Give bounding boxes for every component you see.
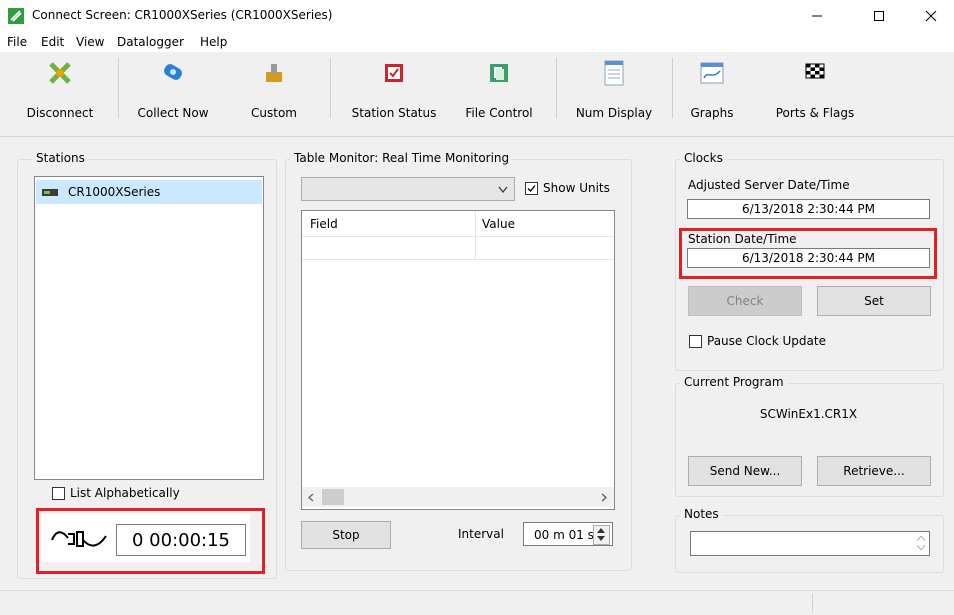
custom-icon: [261, 60, 287, 86]
current-program-label: Current Program: [680, 375, 788, 389]
collect-now-button[interactable]: Collect Now: [128, 52, 218, 136]
num-display-icon: [601, 60, 627, 86]
grid-row-divider: [302, 259, 614, 260]
collect-now-icon: [160, 60, 186, 86]
graphs-icon: [699, 60, 725, 86]
file-control-icon: [486, 60, 512, 86]
retrieve-button[interactable]: Retrieve...: [817, 456, 931, 486]
close-button[interactable]: [908, 0, 954, 32]
close-icon: [925, 10, 937, 22]
toolbar-separator: [330, 58, 331, 118]
station-status-icon: [381, 60, 407, 86]
toolbar-separator: [118, 58, 119, 118]
scroll-thumb[interactable]: [322, 489, 344, 505]
horizontal-scrollbar[interactable]: [302, 487, 614, 507]
stations-list[interactable]: CR1000XSeries: [34, 176, 264, 480]
menu-bar: File Edit View Datalogger Help: [0, 32, 954, 52]
column-field[interactable]: Field: [310, 217, 338, 231]
notes-input[interactable]: [690, 531, 930, 556]
maximize-button[interactable]: [856, 0, 902, 32]
grid-header: Field Value: [302, 211, 614, 259]
custom-button[interactable]: Custom: [242, 52, 306, 136]
spin-down-icon[interactable]: [597, 536, 605, 541]
window-title: Connect Screen: CR1000XSeries (CR1000XSe…: [32, 8, 333, 22]
interval-spinner[interactable]: [593, 525, 610, 545]
highlight-station-time: [679, 228, 937, 279]
minimize-button[interactable]: [794, 0, 840, 32]
connect-screen-window: Connect Screen: CR1000XSeries (CR1000XSe…: [0, 0, 954, 615]
toolbar-separator: [672, 58, 673, 118]
menu-help[interactable]: Help: [200, 35, 227, 49]
send-new-button[interactable]: Send New...: [688, 456, 802, 486]
spin-up-icon[interactable]: [917, 536, 925, 541]
check-button[interactable]: Check: [688, 286, 802, 316]
disconnect-icon: [47, 60, 73, 86]
ports-flags-button[interactable]: Ports & Flags: [760, 52, 870, 136]
toolbar: Disconnect Collect Now Custom Station St…: [0, 52, 954, 137]
stop-button[interactable]: Stop: [301, 521, 391, 549]
status-divider: [812, 594, 813, 612]
graphs-button[interactable]: Graphs: [684, 52, 740, 136]
menu-datalogger[interactable]: Datalogger: [117, 35, 184, 49]
menu-edit[interactable]: Edit: [41, 35, 64, 49]
spin-up-icon[interactable]: [597, 528, 605, 533]
notes-spinner[interactable]: [915, 534, 927, 553]
column-divider: [475, 211, 476, 259]
list-alphabetically-label: List Alphabetically: [70, 486, 180, 500]
spin-down-icon[interactable]: [917, 545, 925, 550]
list-alphabetically-checkbox[interactable]: [52, 487, 65, 500]
station-status-button[interactable]: Station Status: [342, 52, 446, 136]
pause-clock-label: Pause Clock Update: [707, 334, 826, 348]
table-monitor-label: Table Monitor: Real Time Monitoring: [290, 151, 514, 165]
checkmark-icon: [527, 185, 536, 192]
app-icon: [8, 8, 24, 24]
set-button[interactable]: Set: [817, 286, 931, 316]
scroll-left-icon[interactable]: [308, 493, 314, 502]
status-bar: [0, 590, 954, 615]
highlight-timer: [36, 508, 265, 574]
list-item-cr1000xseries[interactable]: CR1000XSeries: [36, 180, 262, 204]
menu-view[interactable]: View: [76, 35, 104, 49]
checkered-flag-icon: [802, 60, 828, 86]
server-time-value: 6/13/2018 2:30:44 PM: [687, 199, 930, 219]
menu-file[interactable]: File: [7, 35, 27, 49]
interval-input[interactable]: 00 m 01 s: [523, 522, 613, 546]
interval-label: Interval: [458, 527, 504, 541]
scroll-right-icon[interactable]: [601, 493, 607, 502]
maximize-icon: [874, 11, 884, 21]
datalogger-icon: [42, 189, 58, 196]
title-bar: Connect Screen: CR1000XSeries (CR1000XSe…: [0, 0, 954, 32]
table-select-dropdown[interactable]: [301, 177, 515, 201]
num-display-button[interactable]: Num Display: [566, 52, 662, 136]
minimize-icon: [812, 15, 822, 17]
clocks-label: Clocks: [680, 151, 727, 165]
pause-clock-checkbox[interactable]: [689, 335, 702, 348]
server-time-label: Adjusted Server Date/Time: [688, 178, 850, 192]
stations-label: Stations: [32, 151, 89, 165]
file-control-button[interactable]: File Control: [456, 52, 542, 136]
program-name: SCWinEx1.CR1X: [759, 407, 858, 421]
show-units-checkbox[interactable]: [525, 182, 538, 195]
show-units-label: Show Units: [543, 181, 610, 195]
monitor-grid[interactable]: Field Value: [301, 210, 615, 510]
chevron-down-icon: [498, 186, 508, 193]
notes-label: Notes: [680, 507, 723, 521]
column-value[interactable]: Value: [482, 217, 515, 231]
toolbar-separator: [556, 58, 557, 118]
disconnect-button[interactable]: Disconnect: [20, 52, 100, 136]
